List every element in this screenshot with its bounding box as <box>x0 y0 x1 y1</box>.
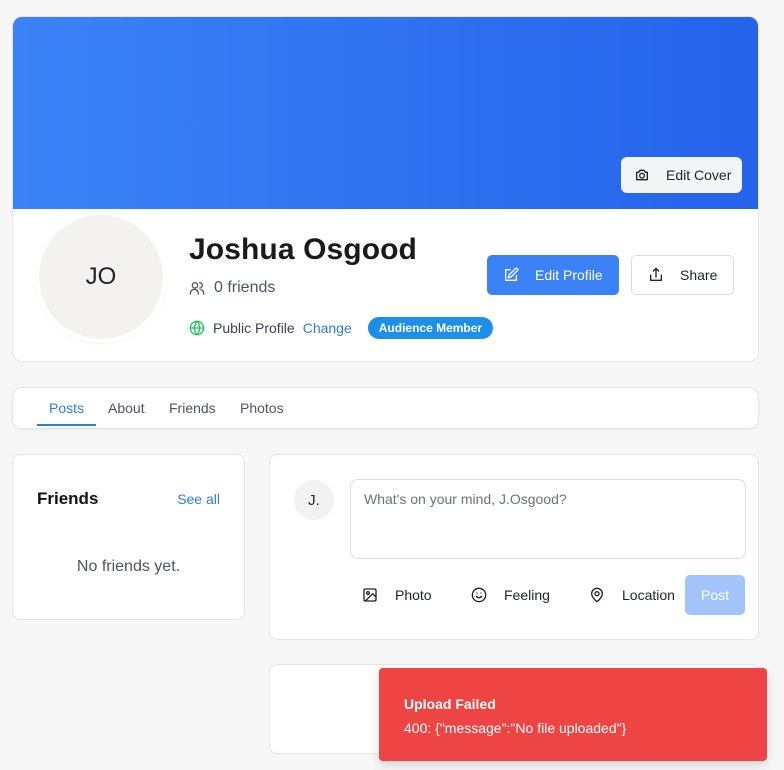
tab-friends[interactable]: Friends <box>169 388 216 426</box>
friends-card-title: Friends <box>37 489 99 508</box>
composer-avatar: J. <box>294 480 334 520</box>
visibility-label: Public Profile <box>213 320 295 336</box>
role-badge: Audience Member <box>367 317 494 339</box>
post-input[interactable] <box>350 479 746 559</box>
avatar-initials: JO <box>85 263 117 290</box>
add-location-label: Location <box>622 587 675 603</box>
composer-avatar-initials: J. <box>308 491 320 509</box>
tab-about[interactable]: About <box>108 388 145 426</box>
globe-icon <box>189 320 205 336</box>
avatar[interactable]: JO <box>39 215 163 339</box>
share-button[interactable]: Share <box>631 255 734 295</box>
error-toast[interactable]: Upload Failed 400: {"message":"No file u… <box>379 668 767 761</box>
add-feeling-label: Feeling <box>504 587 550 603</box>
add-photo-button[interactable]: Photo <box>362 575 432 615</box>
empty-friends-message: No friends yet. <box>76 558 181 575</box>
friends-count: 0 friends <box>189 279 275 297</box>
camera-icon <box>634 167 650 183</box>
add-location-button[interactable]: Location <box>589 575 675 615</box>
post-button[interactable]: Post <box>685 575 745 615</box>
share-icon <box>648 267 664 283</box>
edit-cover-button[interactable]: Edit Cover <box>621 157 742 193</box>
profile-name: Joshua Osgood <box>189 233 417 266</box>
add-feeling-button[interactable]: Feeling <box>471 575 550 615</box>
share-label: Share <box>680 267 718 283</box>
edit-profile-button[interactable]: Edit Profile <box>487 255 619 295</box>
edit-icon <box>503 267 519 283</box>
users-icon <box>189 280 205 296</box>
tab-posts[interactable]: Posts <box>37 388 96 426</box>
add-photo-label: Photo <box>395 587 432 603</box>
visibility-row: Public Profile Change Audience Member <box>189 317 494 339</box>
toast-title: Upload Failed <box>404 696 496 712</box>
map-pin-icon <box>589 587 605 603</box>
edit-profile-label: Edit Profile <box>535 267 603 283</box>
friends-count-label: 0 friends <box>214 279 276 296</box>
profile-tabs: Posts About Friends Photos <box>12 387 759 429</box>
friends-card: Friends See all No friends yet. <box>12 454 245 620</box>
edit-cover-label: Edit Cover <box>666 167 732 183</box>
see-all-friends-link[interactable]: See all <box>177 491 220 507</box>
change-visibility-link[interactable]: Change <box>303 320 352 336</box>
post-composer: J. Photo Feeling <box>269 454 759 640</box>
smile-icon <box>471 587 487 603</box>
toast-message: 400: {"message":"No file uploaded"} <box>404 720 627 736</box>
profile-page: Edit Cover JO Joshua Osgood 0 friends Pu… <box>0 0 784 770</box>
image-icon <box>362 587 378 603</box>
tab-photos[interactable]: Photos <box>240 388 284 426</box>
profile-card: Edit Cover JO Joshua Osgood 0 friends Pu… <box>12 16 759 362</box>
